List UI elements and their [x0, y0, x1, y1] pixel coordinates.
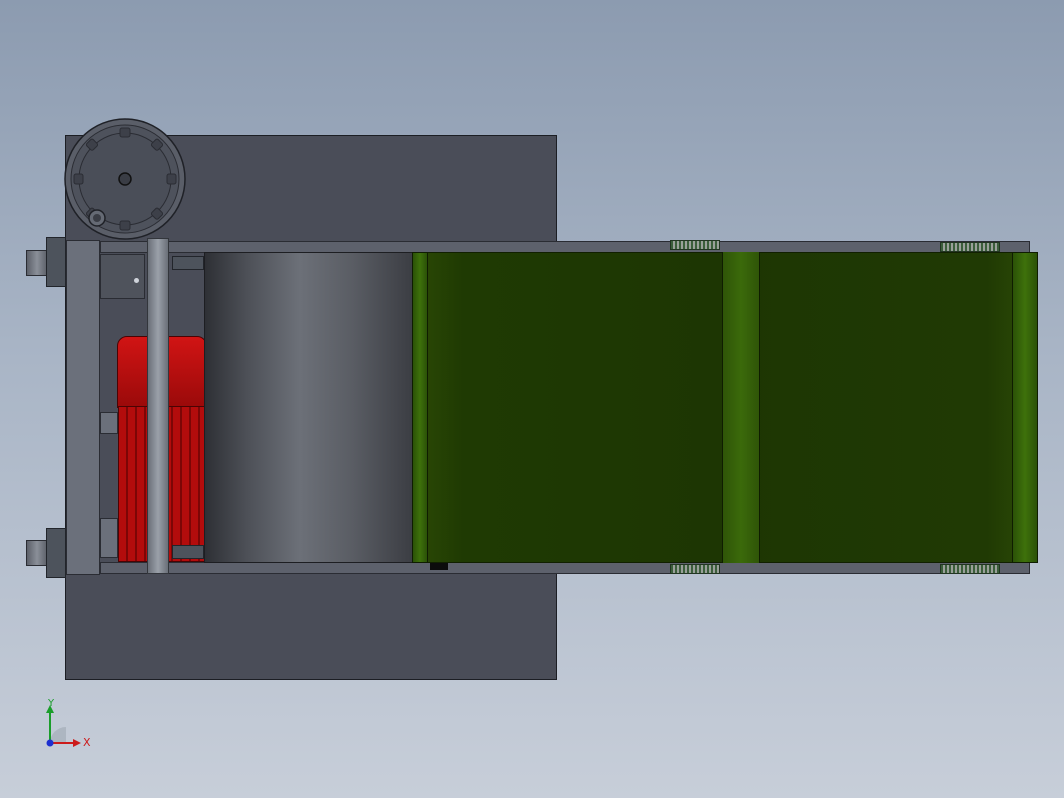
model-viewport[interactable]: Y X: [0, 0, 1064, 798]
bolt-bottom: [172, 545, 204, 559]
frame-bracket-hole: [134, 278, 139, 283]
belt-roller-left: [412, 252, 428, 563]
tension-spring-top-2: [940, 242, 1000, 252]
tension-spring-bottom-1: [670, 564, 720, 574]
pulley-wheel: [64, 118, 186, 240]
mount-foot-top: [26, 250, 48, 276]
triad-x-label: X: [83, 736, 91, 749]
mount-flange-bottom: [46, 528, 66, 578]
belt-clip: [430, 563, 448, 570]
tension-spring-top-1: [670, 240, 720, 250]
drive-drum: [204, 252, 416, 563]
tension-spring-bottom-2: [940, 564, 1000, 574]
side-rail-bottom: [100, 562, 1030, 574]
cross-member-2: [100, 518, 118, 558]
belt-seam: [722, 252, 760, 563]
bolt-top: [172, 256, 204, 270]
coordinate-triad: Y X: [40, 698, 100, 756]
triad-y-label: Y: [48, 698, 55, 709]
vertical-shaft: [147, 238, 169, 574]
belt-roller-right: [1012, 252, 1038, 563]
cross-member-1: [100, 412, 118, 434]
mount-flange-top: [46, 237, 66, 287]
frame-post-left: [66, 240, 100, 575]
mount-foot-bottom: [26, 540, 48, 566]
frame-bracket-top: [100, 254, 145, 299]
